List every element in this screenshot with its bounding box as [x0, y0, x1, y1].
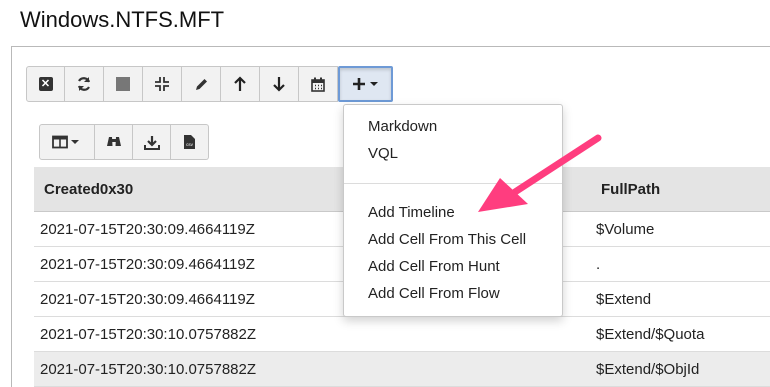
- annotation-arrow-icon: [478, 134, 602, 212]
